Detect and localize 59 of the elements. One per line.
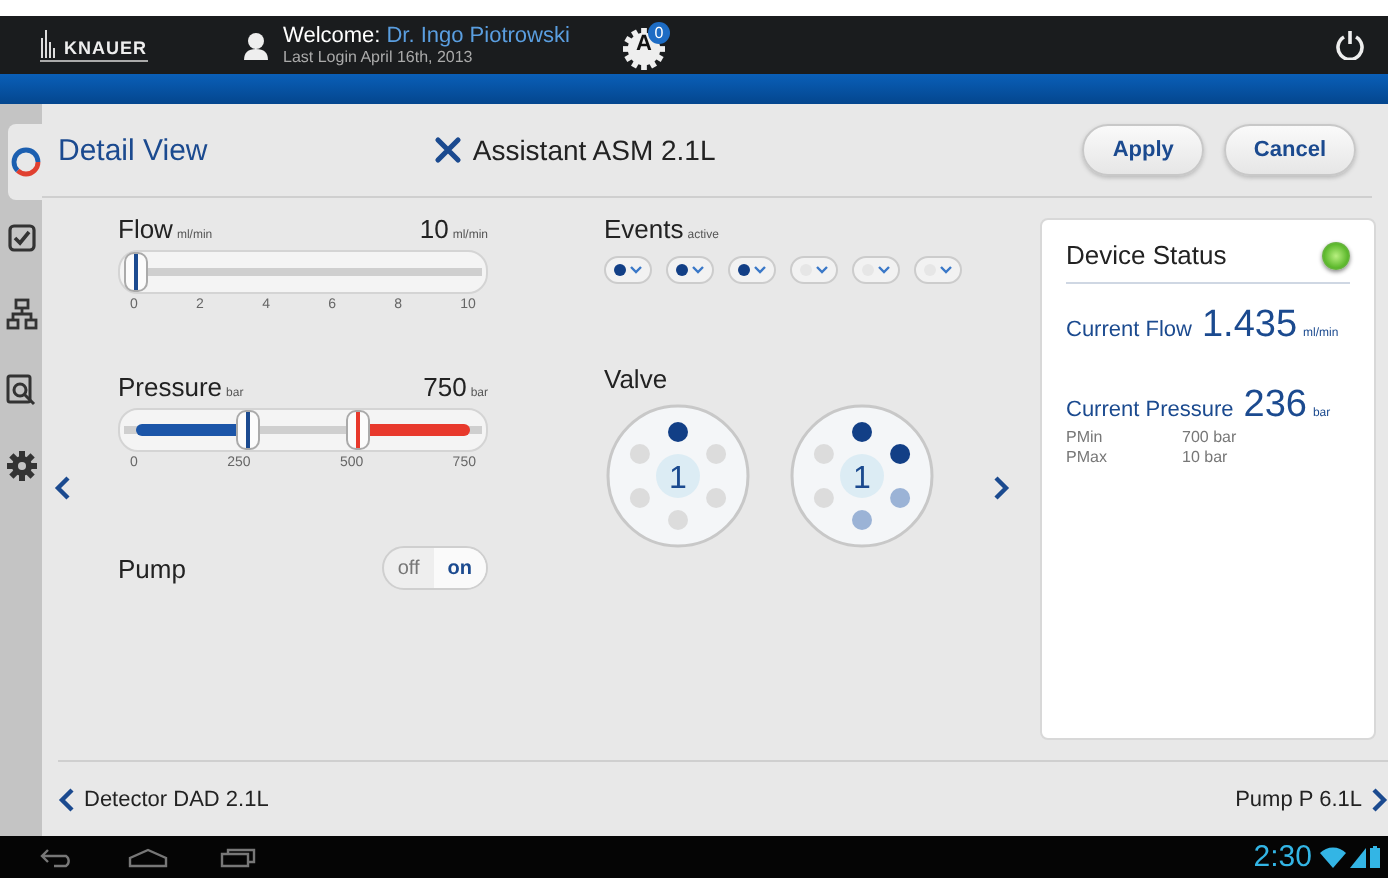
pressure-status-value: 236 (1243, 384, 1307, 428)
device-name: Assistant ASM 2.1L (472, 134, 716, 166)
card-title: Device Status (1066, 240, 1227, 270)
event-dropdown[interactable] (666, 256, 714, 284)
action-button[interactable]: Cancel (1223, 124, 1356, 176)
limit-value: 700 bar (1182, 428, 1239, 448)
flow-status-value: 1.435 (1201, 304, 1298, 348)
event-dropdown[interactable] (728, 256, 776, 284)
battery-icon (1370, 846, 1380, 868)
notification-count[interactable]: 0 (647, 21, 670, 43)
user-icon (243, 31, 268, 59)
clock-time: 2:30 (1253, 840, 1312, 874)
chevron-down-icon (878, 266, 890, 274)
chevron-down-icon (754, 266, 766, 274)
chevron-left-icon (58, 787, 76, 811)
chevron-down-icon (816, 266, 828, 274)
slider-thumb[interactable] (346, 410, 371, 450)
cross-mark-icon (434, 136, 463, 164)
valve-position: 1 (853, 462, 871, 496)
switch-option[interactable]: off (383, 548, 434, 588)
wifi-icon (1320, 846, 1346, 868)
hierarchy-icon (5, 298, 37, 330)
previous-device-link[interactable]: Detector DAD 2.1L (58, 787, 269, 811)
chevron-down-icon (630, 266, 642, 274)
page-title: Detail View (58, 133, 208, 167)
limit-value: 10 bar (1182, 448, 1230, 468)
signal-icon (1350, 848, 1366, 868)
pump-switch[interactable]: off on (381, 546, 488, 590)
ring-icon (9, 146, 41, 178)
switch-option[interactable]: on (433, 548, 486, 588)
valve-center (840, 454, 884, 498)
pump-label: Pump (118, 553, 186, 583)
event-dropdown[interactable] (604, 256, 652, 284)
chevron-down-icon (940, 266, 952, 274)
chevron-down-icon (692, 266, 704, 274)
brand-name: KNAUER (64, 37, 148, 57)
limit-label: PMax (1066, 448, 1109, 468)
welcome-text: Welcome: Dr. Ingo Piotrowski (283, 23, 570, 47)
valve-position: 1 (669, 462, 687, 496)
valve-center (656, 454, 700, 498)
flow-status-label: Current Flow (1066, 318, 1192, 342)
recent-apps-icon[interactable] (220, 847, 256, 867)
gear-icon (5, 450, 37, 482)
slider-thumb[interactable] (235, 410, 260, 450)
chevron-right-icon (1370, 787, 1388, 811)
limit-label: PMin (1066, 428, 1105, 448)
pressure-status-label: Current Pressure (1066, 398, 1234, 422)
home-icon[interactable] (128, 847, 168, 867)
last-login-text: Last Login April 16th, 2013 (283, 47, 475, 67)
back-icon[interactable] (40, 847, 76, 867)
slider-thumb[interactable] (124, 252, 148, 292)
document-search-icon (5, 374, 37, 406)
power-icon[interactable] (1336, 30, 1364, 60)
action-button[interactable]: Apply (1082, 124, 1204, 176)
sidebar-tab[interactable] (8, 124, 42, 200)
next-device-link[interactable]: Pump P 6.1L (1235, 787, 1388, 811)
valve-label: Valve (604, 364, 670, 394)
logo-mark-icon (40, 29, 58, 57)
checkbox-icon (7, 224, 35, 252)
